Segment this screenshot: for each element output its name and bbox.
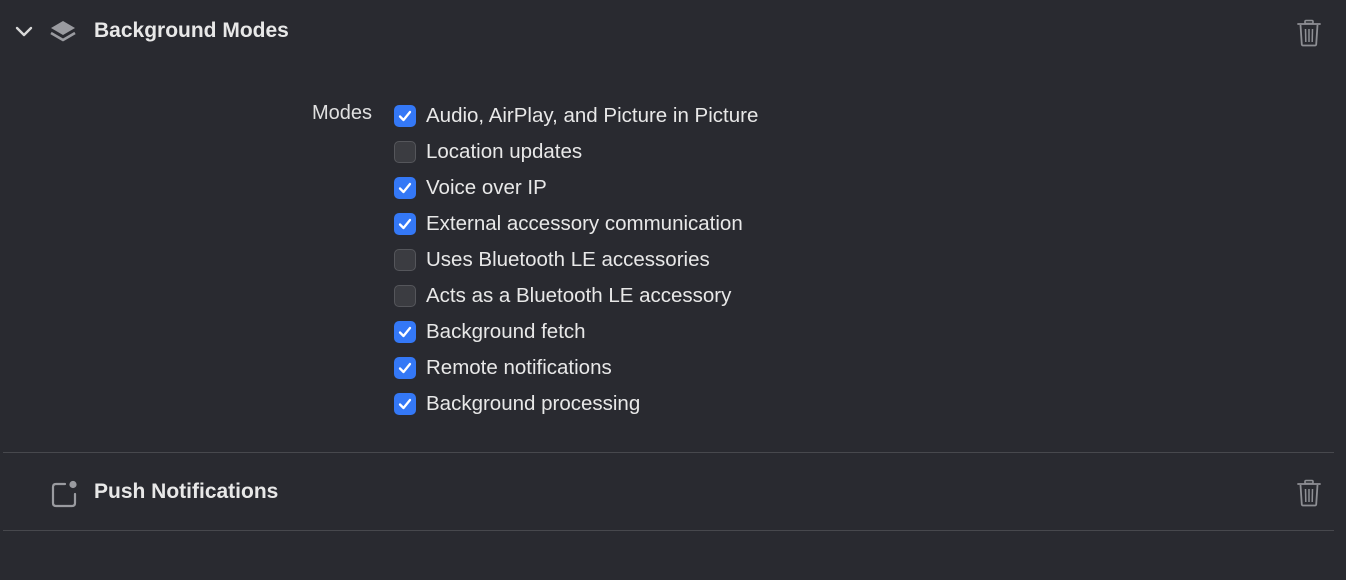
- checkmark-icon: [398, 326, 412, 338]
- mode-label: Background processing: [426, 392, 641, 415]
- checkmark-icon: [398, 218, 412, 230]
- section-divider: [3, 452, 1334, 453]
- modes-label: Modes: [312, 102, 373, 124]
- checkbox-unchecked[interactable]: [394, 285, 416, 307]
- mode-label: External accessory communication: [426, 212, 743, 235]
- checkmark-icon: [398, 362, 412, 374]
- mode-item[interactable]: Background fetch: [394, 314, 758, 350]
- mode-item[interactable]: External accessory communication: [394, 206, 758, 242]
- mode-label: Acts as a Bluetooth LE accessory: [426, 284, 732, 307]
- mode-label: Audio, AirPlay, and Picture in Picture: [426, 104, 759, 127]
- chevron-down-icon[interactable]: [14, 22, 34, 42]
- checkbox-checked[interactable]: [394, 321, 416, 343]
- push-notifications-header: Push Notifications: [0, 460, 1346, 524]
- mode-label: Remote notifications: [426, 356, 612, 379]
- layers-icon: [50, 21, 76, 42]
- checkbox-unchecked[interactable]: [394, 249, 416, 271]
- checkbox-checked[interactable]: [394, 393, 416, 415]
- checkmark-icon: [398, 398, 412, 410]
- mode-item[interactable]: Voice over IP: [394, 170, 758, 206]
- background-modes-header: Background Modes: [0, 0, 1346, 64]
- trash-icon[interactable]: [1296, 19, 1322, 47]
- mode-label: Background fetch: [426, 320, 586, 343]
- mode-item[interactable]: Acts as a Bluetooth LE accessory: [394, 278, 758, 314]
- capabilities-pane: Background Modes Modes Audio, AirPlay, a…: [0, 0, 1346, 580]
- modes-checkbox-list: Audio, AirPlay, and Picture in Picture Lo…: [394, 98, 758, 422]
- checkbox-checked[interactable]: [394, 105, 416, 127]
- mode-item[interactable]: Location updates: [394, 134, 758, 170]
- trash-icon[interactable]: [1296, 479, 1322, 507]
- mode-item[interactable]: Uses Bluetooth LE accessories: [394, 242, 758, 278]
- section-title: Background Modes: [94, 19, 289, 42]
- mode-item[interactable]: Background processing: [394, 386, 758, 422]
- mode-label: Voice over IP: [426, 176, 547, 199]
- checkbox-checked[interactable]: [394, 213, 416, 235]
- checkbox-unchecked[interactable]: [394, 141, 416, 163]
- section-title: Push Notifications: [94, 480, 279, 503]
- notification-badge-icon: [51, 480, 77, 508]
- mode-label: Uses Bluetooth LE accessories: [426, 248, 710, 271]
- checkbox-checked[interactable]: [394, 177, 416, 199]
- mode-item[interactable]: Audio, AirPlay, and Picture in Picture: [394, 98, 758, 134]
- mode-item[interactable]: Remote notifications: [394, 350, 758, 386]
- section-divider: [3, 530, 1334, 531]
- mode-label: Location updates: [426, 140, 583, 163]
- checkmark-icon: [398, 110, 412, 122]
- checkmark-icon: [398, 182, 412, 194]
- checkbox-checked[interactable]: [394, 357, 416, 379]
